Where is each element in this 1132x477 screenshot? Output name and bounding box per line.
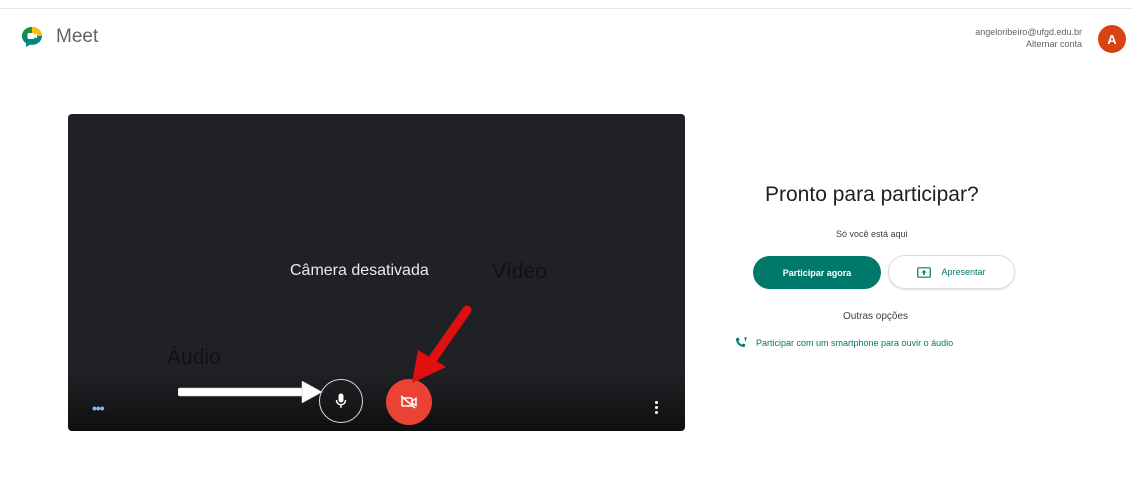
join-by-phone-label: Participar com um smartphone para ouvir … bbox=[756, 337, 954, 348]
present-button[interactable]: Apresentar bbox=[888, 255, 1015, 289]
video-annotation-label: Vídeo bbox=[492, 260, 547, 283]
ready-title: Pronto para participar? bbox=[765, 183, 979, 206]
camera-toggle-button[interactable] bbox=[386, 379, 432, 425]
join-now-button[interactable]: Participar agora bbox=[753, 256, 881, 289]
mic-icon bbox=[335, 393, 347, 408]
meet-logo-icon bbox=[22, 27, 42, 47]
participants-status: Só você está aqui bbox=[836, 229, 908, 239]
video-preview: Câmera desativada ••• bbox=[68, 114, 685, 431]
app-title: Meet bbox=[56, 26, 99, 47]
video-arrow bbox=[412, 305, 472, 383]
mic-button[interactable] bbox=[319, 379, 363, 423]
account-email: angeloribeiro@ufgd.edu.br bbox=[975, 27, 1082, 37]
camera-off-label: Câmera desativada bbox=[290, 262, 429, 279]
audio-annotation-label: Áudio bbox=[167, 346, 221, 369]
switch-account-link[interactable]: Alternar conta bbox=[975, 38, 1082, 50]
top-divider bbox=[0, 8, 1132, 9]
kebab-menu-icon[interactable] bbox=[655, 401, 659, 416]
preview-controls-gradient bbox=[68, 371, 685, 431]
account-info: angeloribeiro@ufgd.edu.br Alternar conta bbox=[975, 26, 1082, 50]
present-screen-icon bbox=[917, 266, 932, 278]
audio-arrow bbox=[178, 381, 323, 403]
videocam-off-icon bbox=[400, 395, 417, 409]
more-dots-icon[interactable]: ••• bbox=[92, 401, 105, 415]
meet-logo[interactable]: Meet bbox=[20, 25, 98, 49]
phone-icon bbox=[735, 337, 748, 348]
join-by-phone-link[interactable]: Participar com um smartphone para ouvir … bbox=[735, 337, 953, 348]
avatar[interactable]: A bbox=[1098, 25, 1126, 53]
other-options-label: Outras opções bbox=[843, 311, 909, 322]
present-button-label: Apresentar bbox=[941, 267, 986, 277]
